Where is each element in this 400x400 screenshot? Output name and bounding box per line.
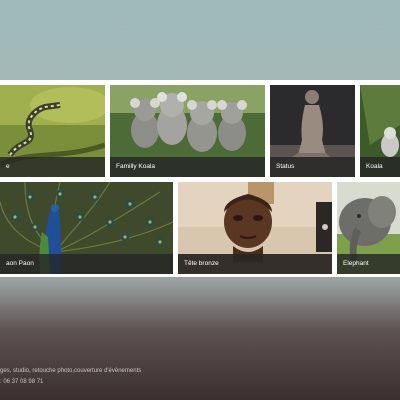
photo-gallery: e Familly Koala Status Koala aon Paon Tê… [0,80,400,277]
tile-caption: e [0,157,105,177]
footer: ges, studio, retouche photo,couverture d… [0,366,141,388]
gallery-tile-koala[interactable]: Koala [360,85,400,177]
tile-caption: Familly Koala [110,157,265,177]
tile-caption: Elephant [337,254,400,274]
tile-caption: Tête bronze [178,254,332,274]
tile-caption: Koala [360,157,400,177]
footer-phone: : 06 37 08 98 71 [0,379,44,385]
gallery-tile-status[interactable]: Status [270,85,355,177]
gallery-tile-elephant[interactable]: Elephant [337,182,400,274]
tile-caption: Status [270,157,355,177]
tile-caption: aon Paon [0,254,173,274]
gallery-tile-snake[interactable]: e [0,85,105,177]
gallery-tile-paon[interactable]: aon Paon [0,182,173,274]
gallery-tile-tete-bronze[interactable]: Tête bronze [178,182,332,274]
gallery-tile-familly-koala[interactable]: Familly Koala [110,85,265,177]
footer-services: ges, studio, retouche photo,couverture d… [0,368,142,374]
